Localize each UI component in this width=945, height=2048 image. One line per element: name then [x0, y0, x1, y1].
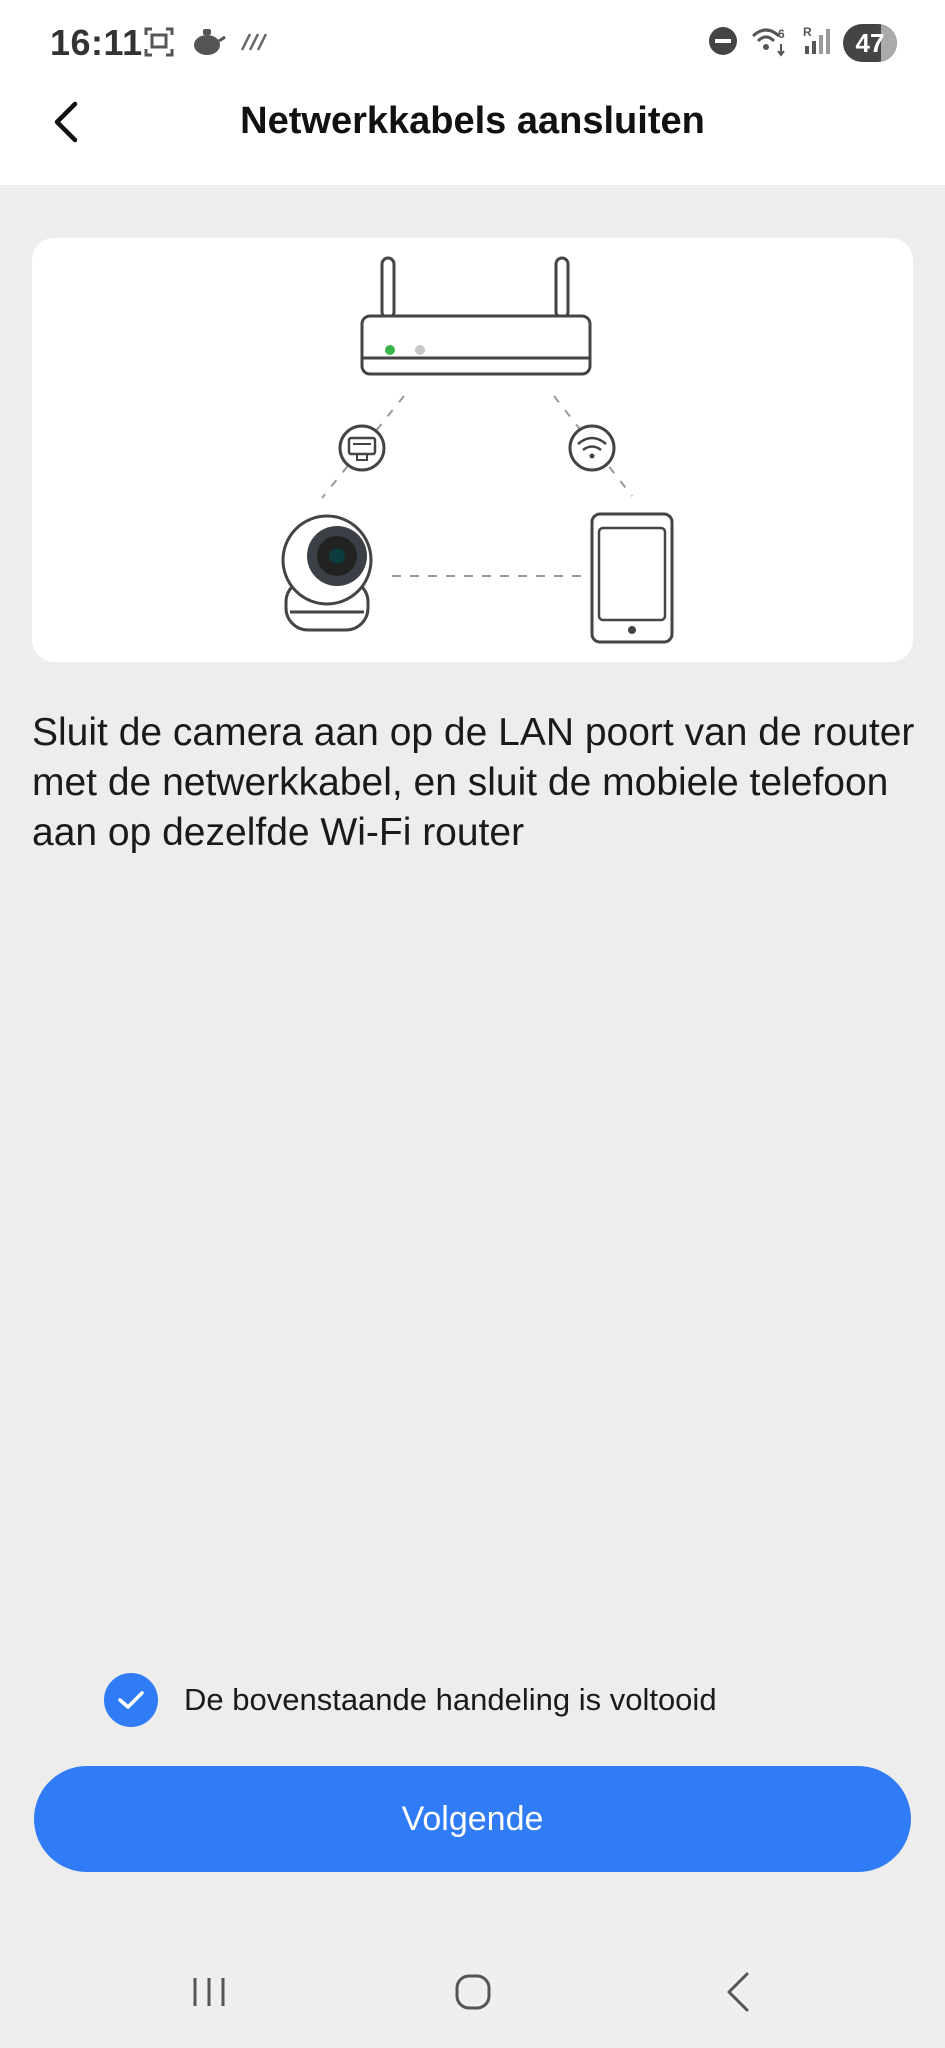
router-icon [360, 256, 592, 376]
camera-icon [281, 514, 373, 632]
connection-illustration [32, 238, 913, 662]
home-button[interactable] [428, 1957, 518, 2027]
phone-icon [590, 512, 674, 644]
status-bar: 16:11 6 R 47 [0, 0, 945, 88]
instruction-text: Sluit de camera aan op de LAN poort van … [32, 711, 915, 854]
system-nav-bar [0, 1937, 945, 2048]
do-not-disturb-icon [707, 25, 739, 62]
teapot-icon [190, 25, 226, 64]
status-time: 16:11 [50, 22, 143, 63]
recent-apps-button[interactable] [164, 1957, 254, 2027]
checkmark-icon [118, 1691, 144, 1709]
recent-apps-icon [193, 1978, 225, 2006]
next-button[interactable]: Volgende [34, 1766, 911, 1872]
signal-roaming-icon: R [801, 24, 831, 63]
slashes-icon [240, 30, 272, 59]
completion-label: De bovenstaande handeling is voltooid [184, 1682, 717, 1717]
system-back-button[interactable] [694, 1957, 784, 2027]
svg-text:6: 6 [778, 27, 785, 41]
wifi-icon [568, 424, 616, 472]
svg-text:R: R [803, 25, 812, 39]
ethernet-icon [338, 424, 386, 472]
wifi-6-icon: 6 [751, 24, 789, 63]
completion-checkbox[interactable] [104, 1673, 158, 1727]
status-icons-left [142, 24, 272, 64]
page-title: Netwerkkabels aansluiten [240, 100, 705, 142]
battery-icon: 47 [843, 24, 897, 62]
back-icon [727, 1972, 749, 2012]
completion-checkbox-row[interactable]: De bovenstaande handeling is voltooid [104, 1672, 717, 1728]
home-icon [455, 1974, 491, 2010]
app-header: 16:11 6 R 47 Netwerkkabels aansluiten [0, 0, 945, 185]
screenshot-icon [142, 25, 176, 64]
status-icons-right: 6 R 47 [707, 22, 897, 64]
